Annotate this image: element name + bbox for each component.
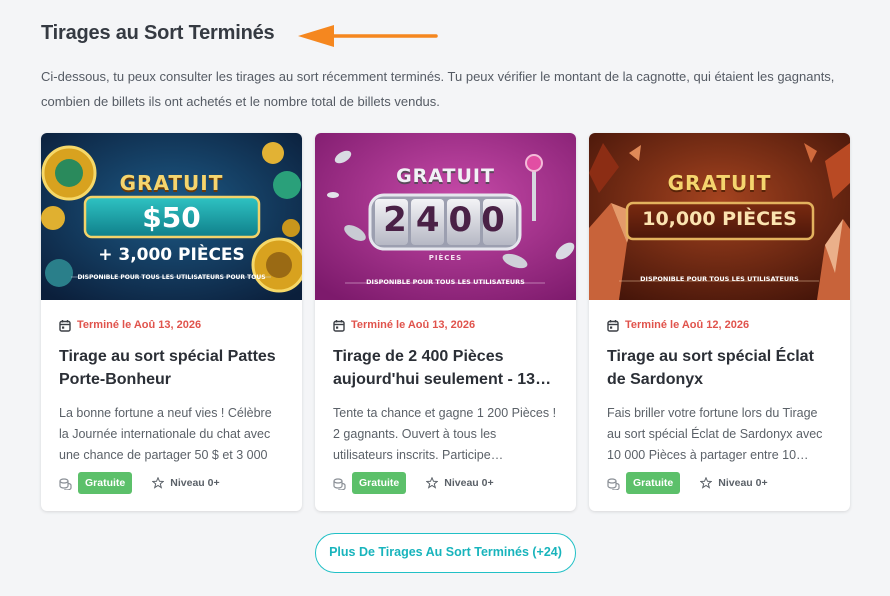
- raffle-card[interactable]: GRATUIT $50 + 3,000 PIÈCES DISPONIBLE PO…: [41, 133, 302, 511]
- star-icon: [426, 477, 439, 489]
- banner-footer: DISPONIBLE POUR TOUS LES UTILISATEURS PO…: [77, 274, 266, 281]
- calendar-icon: [59, 319, 71, 332]
- raffle-date-text: Terminé le Aoû 13, 2026: [351, 319, 476, 331]
- star-icon: [700, 477, 713, 489]
- level-label: Niveau 0+: [170, 477, 220, 489]
- raffle-card[interactable]: GRATUIT 10,000 PIÈCES DISPONIBLE POUR TO…: [589, 133, 850, 511]
- page-heading: Tirages au Sort Terminés: [41, 22, 275, 45]
- banner-footer: DISPONIBLE POUR TOUS LES UTILISATEURS: [366, 278, 525, 286]
- raffle-date-text: Terminé le Aoû 12, 2026: [625, 319, 750, 331]
- banner-free-label: GRATUIT: [667, 171, 772, 195]
- raffle-meta: Gratuite Niveau 0+: [59, 472, 284, 494]
- raffle-date-text: Terminé le Aoû 13, 2026: [77, 319, 202, 331]
- intro-text: Ci-dessous, tu peux consulter les tirage…: [41, 69, 835, 109]
- calendar-icon: [607, 319, 619, 332]
- raffle-title[interactable]: Tirage au sort spécial Pattes Porte-Bonh…: [59, 345, 284, 391]
- raffle-description: Fais briller votre fortune lors du Tirag…: [607, 406, 823, 462]
- free-badge: Gratuite: [626, 472, 681, 494]
- banner-sub: PIÈCES: [428, 254, 463, 262]
- raffle-description: La bonne fortune a neuf vies ! Célèbre l…: [59, 406, 272, 462]
- raffle-description: Tente ta chance et gagne 1 200 Pièces ! …: [333, 406, 557, 462]
- raffle-card[interactable]: GRATUIT 2400 PIÈCES DISPONIBLE POUR TOUS…: [315, 133, 576, 511]
- banner-extra: + 3,000 PIÈCES: [98, 245, 245, 265]
- coins-icon: [333, 477, 346, 490]
- banner-footer: DISPONIBLE POUR TOUS LES UTILISATEURS: [640, 275, 799, 283]
- free-badge: Gratuite: [78, 472, 133, 494]
- banner-amount: $50: [142, 201, 201, 234]
- calendar-icon: [333, 319, 345, 332]
- level-label: Niveau 0+: [718, 477, 768, 489]
- raffle-meta: Gratuite Niveau 0+: [607, 472, 832, 494]
- coins-icon: [607, 477, 620, 490]
- coins-icon: [59, 477, 72, 490]
- raffle-card-list: GRATUIT $50 + 3,000 PIÈCES DISPONIBLE PO…: [41, 133, 850, 511]
- banner-amount: 10,000 PIÈCES: [642, 208, 797, 230]
- page-title: Tirages au Sort Terminés: [41, 22, 275, 44]
- raffle-banner-image[interactable]: GRATUIT 10,000 PIÈCES DISPONIBLE POUR TO…: [589, 133, 850, 300]
- raffle-date: Terminé le Aoû 13, 2026: [333, 318, 558, 332]
- raffle-date: Terminé le Aoû 13, 2026: [59, 318, 284, 332]
- arrow-left-icon: [298, 25, 438, 47]
- raffle-banner-image[interactable]: GRATUIT $50 + 3,000 PIÈCES DISPONIBLE PO…: [41, 133, 302, 300]
- banner-free-label: GRATUIT: [119, 171, 224, 195]
- star-icon: [152, 477, 165, 489]
- raffle-title[interactable]: Tirage au sort spécial Éclat de Sardonyx: [607, 345, 832, 391]
- banner-free-label: GRATUIT: [396, 165, 495, 187]
- raffle-date: Terminé le Aoû 12, 2026: [607, 318, 832, 332]
- raffle-banner-image[interactable]: GRATUIT 2400 PIÈCES DISPONIBLE POUR TOUS…: [315, 133, 576, 300]
- level-label: Niveau 0+: [444, 477, 494, 489]
- banner-amount: 2400: [383, 200, 514, 240]
- raffle-meta: Gratuite Niveau 0+: [333, 472, 558, 494]
- more-raffles-button[interactable]: Plus De Tirages Au Sort Terminés (+24): [315, 533, 576, 573]
- raffle-title[interactable]: Tirage de 2 400 Pièces aujourd'hui seule…: [333, 345, 558, 391]
- free-badge: Gratuite: [352, 472, 407, 494]
